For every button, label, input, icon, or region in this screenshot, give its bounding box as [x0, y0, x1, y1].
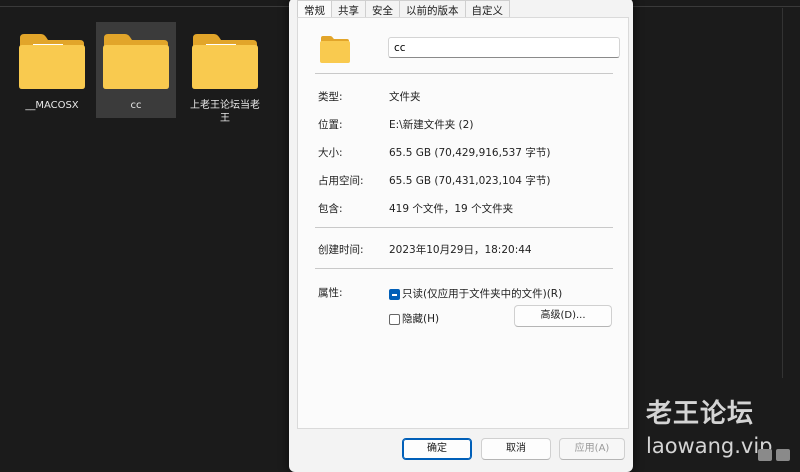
folder-icon — [320, 36, 350, 63]
watermark: 老王论坛 laowang.vip — [646, 393, 773, 458]
properties-dialog: 常规 共享 安全 以前的版本 自定义 类型: 文件夹 位置: E:\新建文件夹 … — [289, 0, 633, 472]
disk-size-label: 占用空间: — [318, 175, 364, 187]
readonly-checkbox[interactable] — [389, 289, 400, 300]
folder-name: __MACOSX — [25, 100, 79, 111]
folder-name: cc — [130, 100, 142, 111]
contains-value: 419 个文件，19 个文件夹 — [389, 203, 514, 215]
general-panel: 类型: 文件夹 位置: E:\新建文件夹 (2) 大小: 65.5 GB (70… — [297, 17, 629, 429]
attributes-label: 属性: — [318, 287, 343, 299]
folder-name: 上老王论坛当老王 — [190, 100, 260, 124]
folder-icon — [192, 34, 258, 89]
size-label: 大小: — [318, 147, 343, 159]
cancel-button[interactable]: 取消 — [481, 438, 551, 460]
tray-window-icon[interactable] — [776, 449, 790, 461]
separator — [315, 268, 613, 269]
folder-icon — [103, 34, 169, 89]
hidden-checkbox[interactable] — [389, 314, 400, 325]
contains-label: 包含: — [318, 203, 343, 215]
folder-item-macosx[interactable]: __MACOSX — [12, 22, 92, 118]
created-value: 2023年10月29日，18:20:44 — [389, 244, 532, 256]
folder-icon — [19, 34, 85, 89]
hidden-label: 隐藏(H) — [402, 313, 440, 325]
separator — [315, 227, 613, 228]
type-label: 类型: — [318, 91, 343, 103]
apply-button[interactable]: 应用(A) — [559, 438, 625, 460]
tray-grid-icon[interactable] — [758, 449, 772, 461]
created-label: 创建时间: — [318, 244, 364, 256]
readonly-label: 只读(仅应用于文件夹中的文件)(R) — [402, 288, 563, 300]
folder-item-laowang[interactable]: 上老王论坛当老王 — [185, 22, 265, 124]
disk-size-value: 65.5 GB (70,431,023,104 字节) — [389, 175, 551, 187]
folder-item-cc[interactable]: cc — [96, 22, 176, 118]
location-label: 位置: — [318, 119, 343, 131]
location-value: E:\新建文件夹 (2) — [389, 119, 474, 131]
size-value: 65.5 GB (70,429,916,537 字节) — [389, 147, 551, 159]
folder-name-input[interactable] — [388, 37, 620, 58]
advanced-button[interactable]: 高级(D)... — [514, 305, 612, 327]
explorer-divider — [782, 8, 783, 378]
watermark-url: laowang.vip — [646, 434, 773, 458]
type-value: 文件夹 — [389, 91, 421, 103]
dialog-tabs: 常规 共享 安全 以前的版本 自定义 — [297, 0, 510, 19]
watermark-title: 老王论坛 — [646, 399, 755, 429]
separator — [315, 73, 613, 74]
ok-button[interactable]: 确定 — [402, 438, 472, 460]
